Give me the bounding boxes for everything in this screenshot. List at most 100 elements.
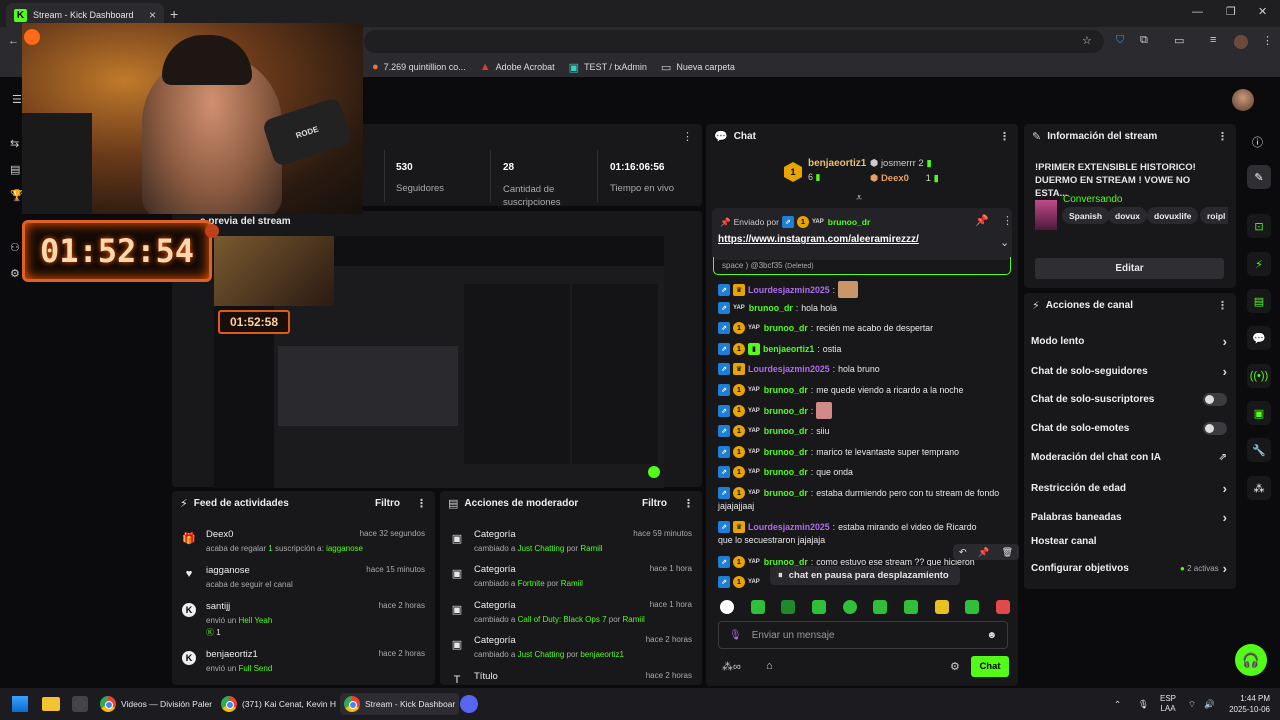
collapse-pinned-icon[interactable]: ⌄ bbox=[1000, 236, 1009, 249]
shield-extension-icon[interactable]: ⛉ bbox=[1116, 34, 1124, 47]
maximize-icon[interactable]: ❐ bbox=[1226, 5, 1236, 18]
support-button[interactable]: 🎧 bbox=[1235, 644, 1267, 676]
cast-icon[interactable]: ▭ bbox=[1174, 34, 1184, 47]
expand-leaderboard-icon[interactable]: ⩡ bbox=[856, 192, 862, 205]
mod-menu-icon[interactable]: ⋮ bbox=[683, 497, 694, 510]
emotes-only-toggle[interactable] bbox=[1203, 422, 1227, 435]
preview-video[interactable]: 01:52:58 bbox=[214, 236, 664, 488]
document-tool-icon[interactable]: ▤ bbox=[1247, 289, 1271, 313]
feed-filter[interactable]: Filtro bbox=[375, 498, 400, 509]
chat-message[interactable]: ⇗ 1 YAP brunoo_dr: siiu bbox=[718, 425, 829, 437]
emote-icon[interactable] bbox=[811, 600, 826, 614]
emote-icon[interactable] bbox=[720, 600, 734, 614]
bookmark-item[interactable]: ▭ Nueva carpeta bbox=[661, 61, 735, 74]
taskbar-app-icon[interactable] bbox=[72, 693, 88, 715]
extensions-icon[interactable]: ⧉ bbox=[1140, 34, 1148, 47]
age-restriction-item[interactable]: Restricción de edad › bbox=[1031, 481, 1227, 496]
chat-message[interactable]: ⇗ YAP brunoo_dr: hola hola bbox=[718, 302, 837, 314]
url-field[interactable] bbox=[364, 30, 1104, 53]
chat-message[interactable]: ⇗ 1 YAP brunoo_dr: que onda bbox=[718, 466, 853, 478]
emote-icon[interactable] bbox=[995, 600, 1010, 614]
emote-icon[interactable] bbox=[934, 600, 949, 614]
chat-message[interactable]: ⇗ 1 ▮ benjaeortiz1: ostia bbox=[718, 343, 841, 355]
wrench-tool-icon[interactable]: 🔧 bbox=[1247, 438, 1271, 462]
minimize-icon[interactable]: ― bbox=[1192, 6, 1203, 18]
tab-search-icon[interactable]: ≡ bbox=[1210, 34, 1216, 46]
emote-icon[interactable] bbox=[842, 600, 857, 614]
emote-icon[interactable] bbox=[965, 600, 980, 614]
pinned-menu-icon[interactable]: ⋮ bbox=[1002, 214, 1013, 227]
mic-tray-icon[interactable]: 🎙 bbox=[1138, 693, 1149, 715]
taskbar-chrome-window[interactable]: Videos — División Paler bbox=[100, 693, 212, 715]
wifi-icon[interactable]: ⌔ bbox=[1188, 693, 1196, 715]
followers-only-item[interactable]: Chat de solo-seguidores › bbox=[1031, 364, 1227, 379]
file-explorer-icon[interactable] bbox=[42, 693, 60, 715]
discord-icon[interactable] bbox=[460, 693, 478, 715]
chat-message[interactable]: ⇗ 1 YAP bbox=[718, 576, 761, 588]
info-menu-icon[interactable]: ⋮ bbox=[1217, 130, 1228, 143]
emoji-icon[interactable]: ☻ bbox=[986, 630, 997, 641]
slow-mode-item[interactable]: Modo lento › bbox=[1031, 334, 1227, 349]
chat-message[interactable]: ⇗ 1 YAP brunoo_dr: me quede viendo a ricard… bbox=[718, 384, 963, 396]
user-avatar[interactable] bbox=[1232, 89, 1254, 111]
menu-icon[interactable]: ☰ bbox=[12, 93, 22, 106]
nav-stream-icon[interactable]: ⇆ bbox=[10, 137, 19, 150]
mic-icon[interactable]: 🎙 bbox=[729, 630, 742, 641]
emote-icon[interactable] bbox=[873, 600, 888, 614]
delete-icon[interactable]: 🗑 bbox=[1002, 547, 1013, 558]
chat-tool-icon[interactable]: 💬 bbox=[1247, 326, 1271, 350]
chat-message[interactable]: ⇗ ♛ Lourdesjazmin2025: hola bruno bbox=[718, 363, 880, 375]
tag-chip[interactable]: roipl bbox=[1200, 207, 1228, 224]
chat-message[interactable]: ⇗ 1 YAP brunoo_dr: marico te levantaste sup… bbox=[718, 446, 959, 458]
target-tool-icon[interactable]: ⊡ bbox=[1247, 214, 1271, 238]
start-button[interactable] bbox=[12, 693, 28, 715]
mod-filter[interactable]: Filtro bbox=[642, 498, 667, 509]
emote-icon[interactable] bbox=[903, 600, 918, 614]
feed-menu-icon[interactable]: ⋮ bbox=[416, 497, 427, 510]
taskbar-chrome-window[interactable]: (371) Kai Cenat, Kevin H bbox=[221, 693, 336, 715]
broadcast-tool-icon[interactable]: ((•)) bbox=[1247, 364, 1271, 388]
kicks-wallet-icon[interactable]: ⁂∞ bbox=[722, 660, 741, 673]
chat-message[interactable]: ⇗ ♛ Lourdesjazmin2025: estaba mirando el v… bbox=[718, 521, 977, 533]
stats-menu-icon[interactable]: ⋮ bbox=[682, 130, 693, 143]
clock[interactable]: 1:44 PM 2025-10-06 bbox=[1228, 693, 1270, 715]
edit-info-button[interactable]: Editar bbox=[1035, 258, 1224, 279]
new-tab-icon[interactable]: + bbox=[170, 6, 178, 22]
nav-community-icon[interactable]: ⚇ bbox=[10, 241, 20, 254]
chat-message[interactable]: ⇗ 1 YAP brunoo_dr: bbox=[718, 402, 833, 419]
chat-message[interactable]: ⇗ 1 YAP brunoo_dr: recién me acabo de despe… bbox=[718, 322, 933, 334]
tag-chip[interactable]: dovuxlife bbox=[1147, 207, 1199, 224]
send-chat-button[interactable]: Chat bbox=[971, 656, 1009, 677]
pinned-message[interactable]: 📌 Enviado por ⇗ 1 YAP brunoo_dr https://… bbox=[712, 208, 1013, 260]
goals-item[interactable]: Configurar objetivos ● 2 activas › bbox=[1031, 561, 1227, 576]
info-icon[interactable]: ⓘ bbox=[1252, 134, 1263, 150]
language-indicator[interactable]: ESP LAA bbox=[1160, 694, 1176, 714]
subscribers-only-toggle[interactable] bbox=[1203, 393, 1227, 406]
channel-menu-icon[interactable]: ⋮ bbox=[1217, 299, 1228, 312]
bookmark-star-icon[interactable]: ☆ bbox=[1082, 34, 1092, 47]
banned-words-item[interactable]: Palabras baneadas › bbox=[1031, 510, 1227, 525]
taskbar-chrome-window-active[interactable]: Stream - Kick Dashboar bbox=[340, 693, 460, 715]
emote-icon[interactable] bbox=[750, 600, 765, 614]
gallery-tool-icon[interactable]: ▣ bbox=[1247, 401, 1271, 425]
emote-icon[interactable] bbox=[781, 600, 796, 614]
volume-icon[interactable]: 🔊 bbox=[1204, 693, 1215, 715]
chat-message[interactable]: ⇗ ♛ Lourdesjazmin2025: bbox=[718, 281, 859, 298]
back-icon[interactable]: ← bbox=[8, 35, 19, 47]
chat-paused-banner[interactable]: ⏸ chat en pausa para desplazamiento bbox=[770, 566, 960, 585]
pin-message-icon[interactable]: 📌 bbox=[978, 547, 989, 558]
tag-chip[interactable]: Spanish bbox=[1062, 207, 1110, 224]
chat-settings-icon[interactable]: ⚙ bbox=[950, 660, 960, 673]
lightning-tool-icon[interactable]: ⚡ bbox=[1247, 252, 1271, 276]
bookmark-item[interactable]: ▣ TEST / txAdmin bbox=[569, 61, 647, 74]
browser-menu-icon[interactable]: ⋮ bbox=[1262, 34, 1273, 47]
store-icon[interactable]: ⌂ bbox=[766, 660, 773, 672]
show-hidden-icons[interactable]: ⌃ bbox=[1114, 693, 1121, 715]
bookmark-item[interactable]: ▲ Adobe Acrobat bbox=[480, 61, 555, 73]
kicks-tool-icon[interactable]: ⁂ bbox=[1247, 476, 1271, 500]
pinned-link[interactable]: https://www.instagram.com/aleeramirezzz/ bbox=[718, 234, 919, 245]
nav-settings-icon[interactable]: ⚙ bbox=[10, 267, 20, 280]
category-name[interactable]: Conversando bbox=[1063, 194, 1122, 205]
bookmark-item[interactable]: ● 7.269 quintillion co... bbox=[372, 61, 466, 73]
close-window-icon[interactable]: ✕ bbox=[1258, 5, 1267, 18]
